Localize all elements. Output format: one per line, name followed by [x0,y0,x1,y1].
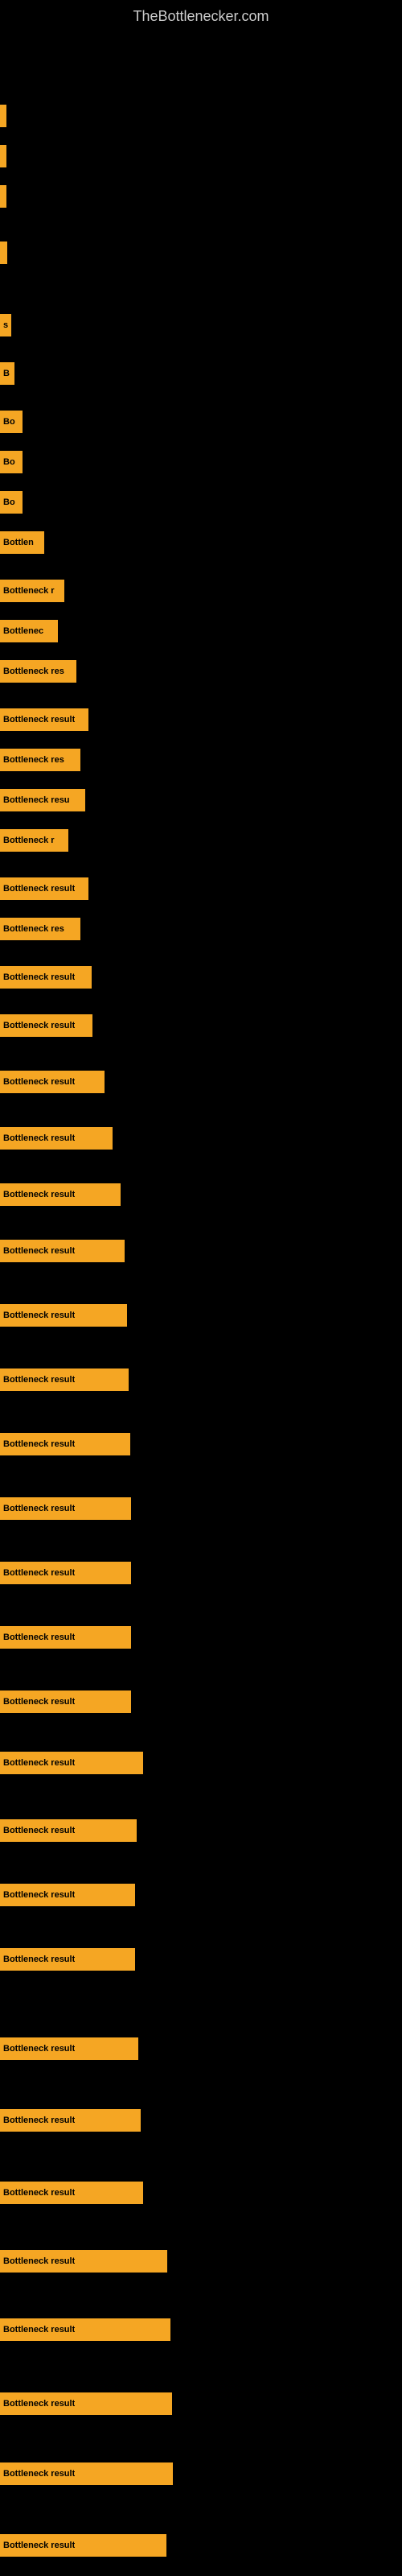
result-bar-3 [0,242,7,264]
result-bar-31: Bottleneck result [0,1690,131,1713]
result-bar-41: Bottleneck result [0,2392,172,2415]
result-bar-27: Bottleneck result [0,1433,130,1455]
result-bar-32: Bottleneck result [0,1752,143,1774]
result-bar-19: Bottleneck result [0,966,92,989]
result-bar-36: Bottleneck result [0,2037,138,2060]
result-bar-38: Bottleneck result [0,2182,143,2204]
result-bar-8: Bo [0,491,23,514]
result-bar-30: Bottleneck result [0,1626,131,1649]
result-bar-0 [0,105,6,127]
result-bar-9: Bottlen [0,531,44,554]
result-bar-17: Bottleneck result [0,877,88,900]
result-bar-1 [0,145,6,167]
result-bar-13: Bottleneck result [0,708,88,731]
result-bar-39: Bottleneck result [0,2250,167,2273]
site-title: TheBottlenecker.com [0,0,402,33]
result-bar-34: Bottleneck result [0,1884,135,1906]
result-bar-23: Bottleneck result [0,1183,121,1206]
result-bar-5: B [0,362,14,385]
result-bar-18: Bottleneck res [0,918,80,940]
result-bar-28: Bottleneck result [0,1497,131,1520]
result-bar-24: Bottleneck result [0,1240,125,1262]
result-bar-29: Bottleneck result [0,1562,131,1584]
result-bar-6: Bo [0,411,23,433]
result-bar-20: Bottleneck result [0,1014,92,1037]
result-bar-2 [0,185,6,208]
result-bar-21: Bottleneck result [0,1071,105,1093]
result-bar-4: s [0,314,11,336]
result-bar-35: Bottleneck result [0,1948,135,1971]
result-bar-10: Bottleneck r [0,580,64,602]
result-bar-11: Bottlenec [0,620,58,642]
result-bar-37: Bottleneck result [0,2109,141,2132]
result-bar-42: Bottleneck result [0,2462,173,2485]
result-bar-25: Bottleneck result [0,1304,127,1327]
result-bar-22: Bottleneck result [0,1127,113,1150]
result-bar-33: Bottleneck result [0,1819,137,1842]
result-bar-7: Bo [0,451,23,473]
result-bar-14: Bottleneck res [0,749,80,771]
result-bar-43: Bottleneck result [0,2534,166,2557]
result-bar-26: Bottleneck result [0,1368,129,1391]
result-bar-40: Bottleneck result [0,2318,170,2341]
result-bar-15: Bottleneck resu [0,789,85,811]
result-bar-12: Bottleneck res [0,660,76,683]
result-bar-16: Bottleneck r [0,829,68,852]
